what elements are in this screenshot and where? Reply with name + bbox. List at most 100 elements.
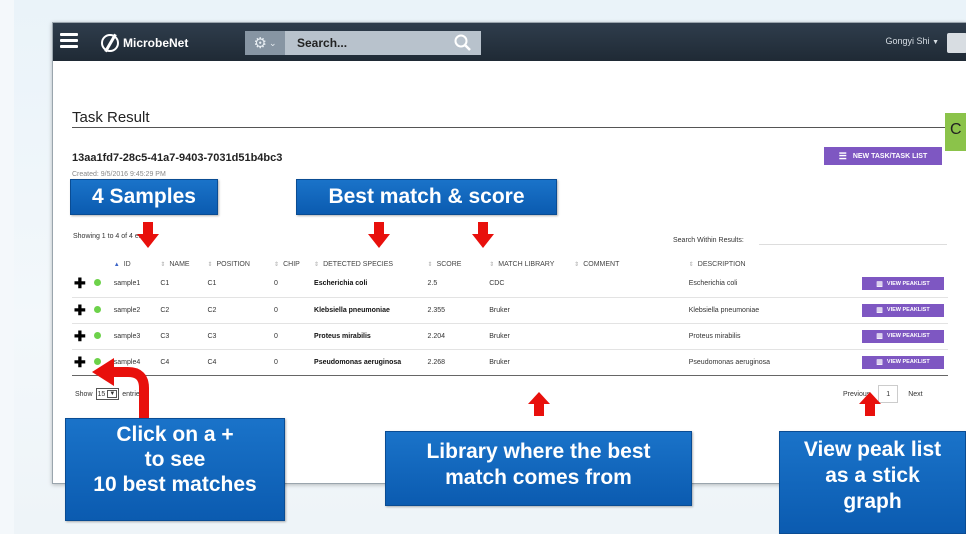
side-tab[interactable]: C xyxy=(945,113,966,151)
cell-chip: 0 xyxy=(272,271,313,298)
callout-click-plus: Click on a + to see 10 best matches xyxy=(65,418,285,521)
view-peaklist-button[interactable]: ▥ VIEW PEAKLIST xyxy=(862,277,944,291)
column-header-score[interactable]: ⇕ SCORE xyxy=(426,257,488,271)
cell-library: Bruker xyxy=(487,297,573,324)
arrow-down-icon xyxy=(472,222,494,248)
app-logo[interactable]: MicrobeNet xyxy=(101,34,188,52)
column-header-name[interactable]: ⇕ NAME xyxy=(158,257,205,271)
page-number[interactable]: 1 xyxy=(878,385,899,403)
search-icon[interactable] xyxy=(454,34,471,51)
column-header-description[interactable]: ⇕ DESCRIPTION xyxy=(687,257,860,271)
created-timestamp: Created: 9/5/2016 9:45:29 PM xyxy=(72,171,166,178)
bar-chart-icon: ▥ xyxy=(876,359,883,366)
cell-score: 2.355 xyxy=(425,297,488,324)
cell-library: CDC xyxy=(487,271,573,298)
callout-best-match: Best match & score xyxy=(296,179,557,215)
logo-text: MicrobeNet xyxy=(123,36,189,50)
column-header-id[interactable]: ▲ ID xyxy=(112,257,159,271)
column-header-library[interactable]: ⇕ MATCH LIBRARY xyxy=(487,257,572,271)
cell-library: Bruker xyxy=(487,323,573,350)
cell-position: C1 xyxy=(205,271,273,298)
arrow-up-icon xyxy=(859,392,881,416)
cell-chip: 0 xyxy=(272,297,313,324)
logo-icon xyxy=(101,34,119,52)
search-input[interactable] xyxy=(297,36,447,50)
caret-icon: ⌄ xyxy=(268,37,277,48)
avatar[interactable] xyxy=(947,33,966,53)
cell-description: Proteus mirabilis xyxy=(686,323,860,350)
bar-chart-icon: ▥ xyxy=(876,307,883,314)
cell-comment xyxy=(572,297,687,324)
list-icon: ☰ xyxy=(838,150,847,161)
left-margin-strip xyxy=(0,0,14,534)
status-dot xyxy=(91,323,112,350)
gear-icon: ⚙ xyxy=(253,35,267,52)
new-task-button[interactable]: ☰ NEW TASK/TASK LIST xyxy=(824,147,942,165)
sort-icon: ⇕ xyxy=(314,261,320,268)
callout-peak-list: View peak list as a stick graph xyxy=(779,431,966,534)
sort-icon: ⇕ xyxy=(574,261,580,268)
view-peaklist-button[interactable]: ▥ VIEW PEAKLIST xyxy=(862,329,944,343)
expand-plus-icon[interactable]: ✚ xyxy=(72,323,92,350)
cell-species: Pseudomonas aeruginosa xyxy=(312,349,426,376)
dropdown-caret-icon: ▼ xyxy=(932,39,939,46)
expand-plus-icon[interactable]: ✚ xyxy=(72,297,92,324)
user-menu[interactable]: Gongyi Shi ▼ xyxy=(886,36,939,46)
column-header-chip[interactable]: ⇕ CHIP xyxy=(272,257,312,271)
side-tab-label: C xyxy=(950,121,962,138)
bar-chart-icon: ▥ xyxy=(876,333,883,340)
search-within-input[interactable] xyxy=(759,231,947,245)
cell-comment xyxy=(572,271,687,298)
bar-chart-icon: ▥ xyxy=(876,280,883,288)
cell-library: Bruker xyxy=(487,349,573,376)
cell-species: Escherichia coli xyxy=(312,271,426,298)
sort-icon: ⇕ xyxy=(489,261,495,268)
cell-chip: 0 xyxy=(272,323,313,350)
expand-plus-icon[interactable]: ✚ xyxy=(72,349,92,376)
cell-score: 2.268 xyxy=(425,349,488,376)
arrow-down-icon xyxy=(368,222,390,248)
next-link[interactable]: Next xyxy=(908,391,922,398)
pagination: Previous 1 Next xyxy=(843,385,923,403)
cell-score: 2.5 xyxy=(425,271,488,298)
top-navbar: MicrobeNet ⚙⌄ Gongyi Shi ▼ xyxy=(53,23,966,61)
cell-chip: 0 xyxy=(272,349,313,376)
cell-species: Proteus mirabilis xyxy=(312,323,426,350)
show-label: Show xyxy=(75,390,93,398)
sort-icon: ⇕ xyxy=(688,261,694,268)
column-header-comment[interactable]: ⇕ COMMENT xyxy=(572,257,687,271)
menu-icon[interactable] xyxy=(60,33,78,49)
sort-icon: ⇕ xyxy=(207,261,213,268)
app-window: MicrobeNet ⚙⌄ Gongyi Shi ▼ Task Result C… xyxy=(52,22,966,484)
cell-position: C3 xyxy=(205,323,273,350)
cell-name: C3 xyxy=(158,323,206,350)
cell-description: Pseudomonas aeruginosa xyxy=(686,349,860,376)
expand-plus-icon[interactable]: ✚ xyxy=(72,271,92,298)
cell-position: C4 xyxy=(205,349,273,376)
cell-description: Klebsiella pneumoniae xyxy=(686,297,860,324)
global-search: ⚙ ⌄ xyxy=(245,31,481,55)
status-dot xyxy=(91,271,112,298)
view-peaklist-button[interactable]: ▥ VIEW PEAKLIST xyxy=(862,355,944,369)
cell-name: C4 xyxy=(158,349,206,376)
view-peaklist-button[interactable]: ▥ VIEW PEAKLIST xyxy=(862,303,944,317)
task-id: 13aa1fd7-28c5-41a7-9403-7031d51b4bc3 xyxy=(72,152,283,164)
curved-arrow-icon xyxy=(92,358,149,418)
sort-asc-icon: ▲ xyxy=(113,261,120,268)
status-dot xyxy=(91,297,112,324)
page-title: Task Result xyxy=(72,109,150,126)
column-header-species[interactable]: ⇕ DETECTED SPECIES xyxy=(312,257,426,271)
search-settings-button[interactable]: ⚙ ⌄ xyxy=(245,31,285,55)
callout-library: Library where the best match comes from xyxy=(385,431,692,506)
results-table: ▲ ID ⇕ NAME ⇕ POSITION ⇕ CHIP ⇕ DETECTED SPEC… xyxy=(72,257,948,376)
cell-id: sample1 xyxy=(111,271,159,298)
arrow-up-icon xyxy=(528,392,550,416)
table-row: ✚ sample2 C2 C2 0 Klebsiella pneumoniae … xyxy=(72,297,948,324)
cell-id: sample2 xyxy=(111,297,159,324)
new-task-label: NEW TASK/TASK LIST xyxy=(852,152,928,160)
column-header-position[interactable]: ⇕ POSITION xyxy=(205,257,272,271)
user-name: Gongyi Shi xyxy=(885,36,930,46)
callout-samples: 4 Samples xyxy=(70,179,218,215)
cell-id: sample3 xyxy=(111,323,159,350)
table-header-row: ▲ ID ⇕ NAME ⇕ POSITION ⇕ CHIP ⇕ DETECTED SPEC… xyxy=(72,257,948,271)
